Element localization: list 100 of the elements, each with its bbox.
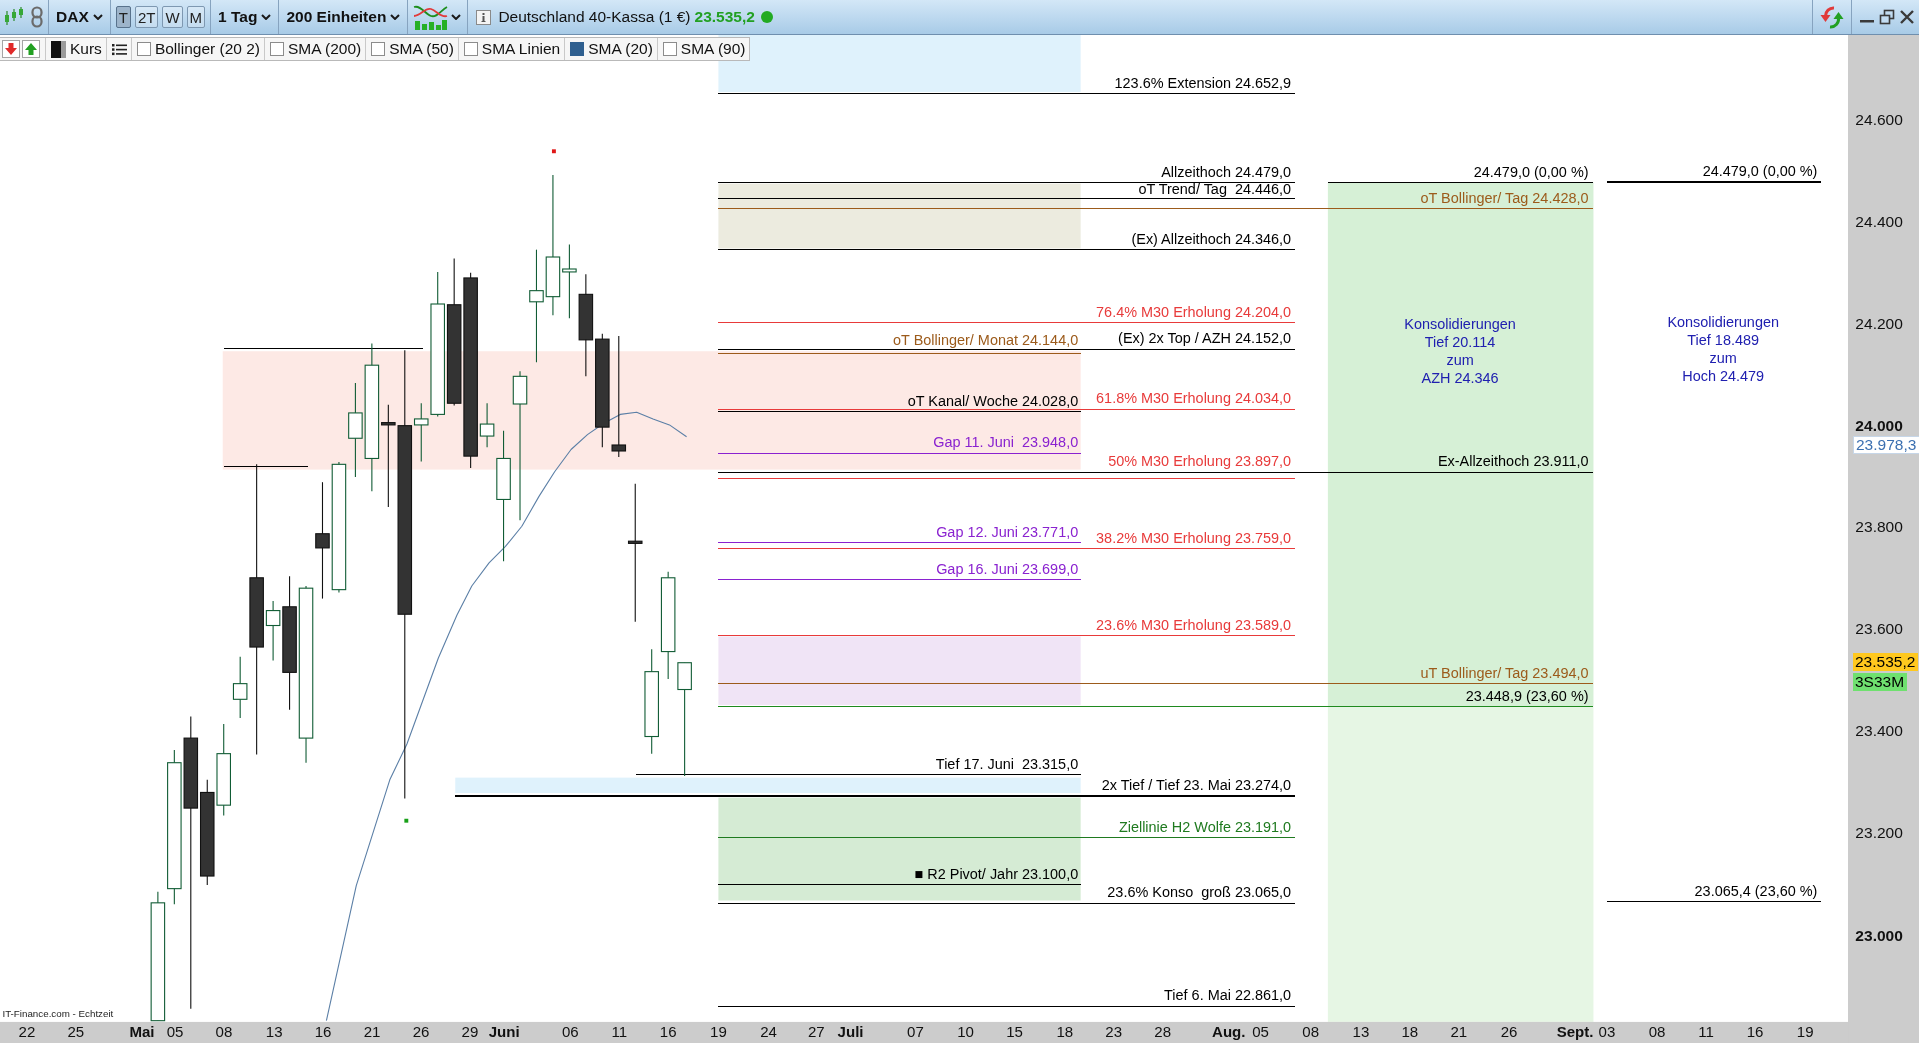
- axis-label: 22: [18, 1023, 36, 1041]
- level-label: 23.6% M30 Erholung 23.589,0: [1096, 617, 1292, 634]
- axis-label: 18: [1056, 1023, 1074, 1041]
- axis-label: 18: [1401, 1023, 1419, 1041]
- level-label: 50% M30 Erholung 23.897,0: [1108, 452, 1292, 469]
- symbol-dropdown[interactable]: DAX: [52, 0, 107, 34]
- close-icon[interactable]: [1899, 9, 1915, 25]
- axis-label: 26: [412, 1023, 430, 1041]
- axis-label: 07: [907, 1023, 924, 1041]
- marker-icon: [551, 149, 556, 154]
- caret-icon: [261, 14, 272, 20]
- down-arrow-button[interactable]: [2, 40, 20, 58]
- level-label: Gap 12. Juni 23.771,0: [936, 523, 1079, 540]
- indicator-label: SMA (50): [389, 40, 454, 58]
- axis-label: 16: [314, 1023, 332, 1041]
- checkbox[interactable]: [371, 42, 386, 56]
- axis-label: 25: [67, 1023, 85, 1041]
- period-tab[interactable]: M: [186, 6, 206, 28]
- checkbox[interactable]: [570, 42, 585, 56]
- level-label: (Ex) Allzeithoch 24.346,0: [1131, 231, 1292, 248]
- period-tab[interactable]: W: [162, 6, 183, 28]
- restore-icon[interactable]: [1879, 9, 1895, 25]
- level-label: 76.4% M30 Erholung 24.204,0: [1096, 304, 1292, 320]
- axis-label: 23.800: [1855, 518, 1903, 535]
- zone-note: Konsolidierungen Tief 20.114 zum AZH 24.346: [1404, 316, 1516, 386]
- indicator-label: SMA (90): [680, 40, 746, 58]
- axis-label: 15: [1006, 1023, 1023, 1041]
- axis-label: 24.200: [1855, 315, 1903, 333]
- axis-label: 23.200: [1855, 824, 1903, 842]
- axis-label: 19: [1796, 1023, 1814, 1041]
- axis-label: 11: [611, 1023, 628, 1041]
- level-label: 23.448,9 (23,60 %): [1465, 688, 1589, 704]
- price-tag: 3S33M: [1853, 673, 1908, 692]
- last-price: 23.535,2: [694, 8, 755, 26]
- level-label: Tief 6. Mai 22.861,0: [1164, 987, 1292, 1004]
- level-label: Gap 11. Juni 23.948,0: [933, 434, 1079, 451]
- checkbox[interactable]: [463, 42, 478, 56]
- refresh-icon[interactable]: [1818, 4, 1846, 30]
- level-label: oT Bollinger/ Tag 24.428,0: [1420, 190, 1589, 207]
- checkbox[interactable]: [662, 42, 677, 56]
- level-label: 38.2% M30 Erholung 23.759,0: [1096, 530, 1292, 547]
- axis-label: 24.000: [1855, 416, 1903, 434]
- axis-label: 06: [561, 1023, 579, 1041]
- axis-label: 16: [1746, 1023, 1764, 1041]
- level-label: 123.6% Extension 24.652,9: [1114, 74, 1292, 91]
- checkbox[interactable]: [136, 42, 151, 56]
- indicator-label: SMA (20): [588, 40, 653, 58]
- period-tab[interactable]: T: [115, 6, 131, 28]
- axis-label: 23.600: [1855, 620, 1903, 638]
- units-dropdown[interactable]: 200 Einheiten: [282, 0, 405, 34]
- axis-label: 26: [1500, 1023, 1518, 1041]
- axis-label: 08: [1302, 1023, 1320, 1041]
- axis-label: 11: [1698, 1023, 1714, 1041]
- level-label: Gap 16. Juni 23.699,0: [936, 561, 1079, 578]
- axis-label: Sept.: [1556, 1023, 1594, 1041]
- up-arrow-icon: [24, 42, 38, 56]
- axis-label: 23.400: [1855, 721, 1903, 739]
- level-label: (Ex) 2x Top / AZH 24.152,0: [1118, 330, 1292, 347]
- axis-label: 27: [807, 1023, 825, 1041]
- axis-label: Juni: [488, 1023, 520, 1041]
- axis-label: 24.400: [1855, 213, 1903, 230]
- candlestick-icon[interactable]: [3, 6, 25, 28]
- level-label: oT Trend/ Tag 24.446,0: [1138, 181, 1292, 197]
- down-arrow-icon: [4, 42, 18, 56]
- level-label: 23.065,4 (23,60 %): [1694, 883, 1818, 900]
- caret-icon: [92, 14, 103, 20]
- axis-label: 21: [363, 1023, 381, 1041]
- caret-icon: [451, 14, 462, 20]
- level-label: ■ R2 Pivot/ Jahr 23.100,0: [914, 866, 1079, 883]
- level-label: Ziellinie H2 Wolfe 23.191,0: [1118, 819, 1292, 836]
- instrument-name: Deutschland 40-Kassa (1 €): [498, 8, 691, 26]
- marker-icon: [404, 818, 409, 823]
- list-icon[interactable]: [111, 42, 127, 56]
- level-label: Allzeithoch 24.479,0: [1161, 164, 1292, 181]
- axis-label: 10: [957, 1023, 974, 1041]
- axis-label: Aug.: [1212, 1023, 1246, 1041]
- level-label: 2x Tief / Tief 23. Mai 23.274,0: [1101, 777, 1292, 794]
- up-arrow-button[interactable]: [22, 40, 40, 58]
- axis-label: 23: [1105, 1023, 1123, 1041]
- period-tab[interactable]: 2T: [134, 6, 159, 28]
- axis-label: 24: [760, 1023, 777, 1041]
- axis-label: 24.600: [1855, 110, 1903, 128]
- indicator-label: Bollinger (20 2): [154, 40, 260, 58]
- caret-icon: [390, 14, 401, 20]
- axis-label: 29: [461, 1023, 479, 1041]
- axis-label: 23.000: [1855, 927, 1903, 945]
- price-tag: 23.535,2: [1853, 653, 1919, 672]
- interval-dropdown[interactable]: 1 Tag: [214, 0, 276, 34]
- series-label: Kurs: [70, 40, 102, 58]
- checkbox[interactable]: [270, 42, 284, 56]
- axis-label: Mai: [129, 1023, 155, 1041]
- axis-label: 16: [659, 1023, 677, 1041]
- level-label: oT Kanal/ Woche 24.028,0: [907, 392, 1079, 409]
- axis-label: 19: [710, 1023, 727, 1041]
- info-icon[interactable]: [476, 9, 492, 25]
- link-icon[interactable]: [30, 6, 44, 28]
- level-label: 24.479,0 (0,00 %): [1702, 163, 1818, 180]
- level-label: oT Bollinger/ Monat 24.144,0: [893, 332, 1079, 349]
- source-label: IT-Finance.com - Echtzeit: [2, 1008, 114, 1019]
- axis-label: 28: [1154, 1023, 1172, 1041]
